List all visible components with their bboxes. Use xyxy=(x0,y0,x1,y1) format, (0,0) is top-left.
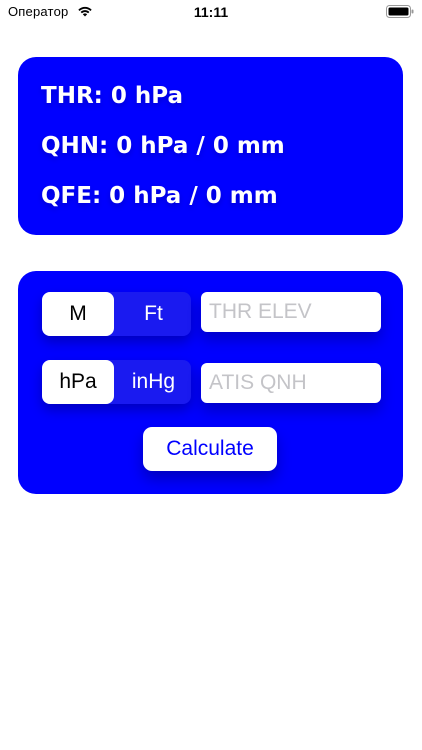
battery-icon xyxy=(386,5,414,18)
qhn-result: QHN: 0 hPa / 0 mm xyxy=(41,133,285,159)
elevation-unit-segment: M Ft xyxy=(42,292,191,336)
qfe-result: QFE: 0 hPa / 0 mm xyxy=(41,183,278,209)
atis-qnh-input[interactable] xyxy=(201,363,381,403)
calculate-button[interactable]: Calculate xyxy=(143,427,277,471)
thr-elev-input[interactable] xyxy=(201,292,381,332)
segment-option-m[interactable]: M xyxy=(42,292,114,336)
input-card: M Ft hPa inHg Calculate xyxy=(18,271,403,494)
segment-option-hpa[interactable]: hPa xyxy=(42,360,114,404)
results-card: THR: 0 hPa QHN: 0 hPa / 0 mm QFE: 0 hPa … xyxy=(18,57,403,235)
thr-result: THR: 0 hPa xyxy=(41,83,183,109)
segment-option-inhg[interactable]: inHg xyxy=(116,360,191,404)
segment-option-ft[interactable]: Ft xyxy=(116,292,191,336)
pressure-unit-segment: hPa inHg xyxy=(42,360,191,404)
status-bar: Оператор 11:11 xyxy=(0,0,422,26)
clock: 11:11 xyxy=(193,4,229,20)
